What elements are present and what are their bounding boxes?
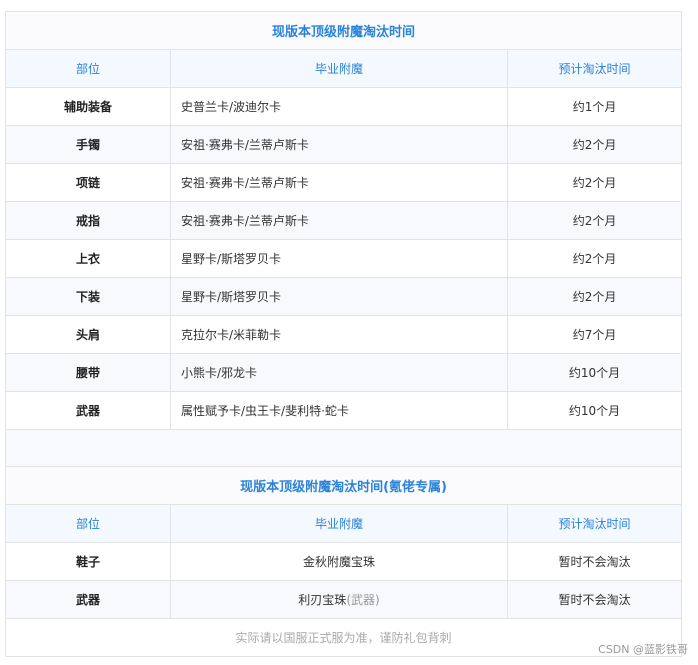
header-enchant: 毕业附魔 [170,49,508,88]
cell-part: 武器 [5,391,171,430]
table-row: 武器 属性赋予卡/虫王卡/斐利特·蛇卡 约10个月 [5,391,683,430]
cell-time: 约2个月 [506,239,683,278]
spacer-row [4,429,683,467]
header-part: 部位 [5,49,171,88]
cell-time: 约2个月 [506,163,683,202]
cell-enchant-text: 属性赋予卡/虫王卡/斐利特·蛇卡 [181,404,349,418]
cell-enchant-sub: (武器) [346,593,380,607]
table-row: 项链 安祖·赛弗卡/兰蒂卢斯卡 约2个月 [5,163,683,202]
cell-time: 约2个月 [506,125,683,164]
cell-enchant: 星野卡/斯塔罗贝卡 [170,239,508,278]
cell-enchant: 史普兰卡/波迪尔卡 [170,87,508,126]
cell-enchant: 小熊卡/邪龙卡 [170,353,508,392]
spacer-cell [4,429,683,467]
table-row: 鞋子 金秋附魔宝珠 暂时不会淘汰 [5,542,683,581]
cell-part: 下装 [5,277,171,316]
cell-time: 约10个月 [506,353,683,392]
cell-enchant-text: 利刃宝珠 [298,593,347,607]
cell-time: 约2个月 [506,201,683,240]
table-row: 辅助装备 史普兰卡/波迪尔卡 约1个月 [5,87,683,126]
table-title: 现版本顶级附魔淘汰时间(氪佬专属) [4,466,683,505]
cell-enchant-text: 金秋附魔宝珠 [302,555,375,569]
table-row: 戒指 安祖·赛弗卡/兰蒂卢斯卡 约2个月 [5,201,683,240]
cell-enchant-text: 安祖·赛弗卡/兰蒂卢斯卡 [181,138,309,152]
cell-enchant-text: 安祖·赛弗卡/兰蒂卢斯卡 [181,176,309,190]
cell-enchant: 利刃宝珠(武器) [170,580,508,619]
cell-enchant: 安祖·赛弗卡/兰蒂卢斯卡 [170,201,508,240]
cell-enchant: 安祖·赛弗卡/兰蒂卢斯卡 [170,163,508,202]
cell-part: 项链 [5,163,171,202]
cell-enchant-text: 小熊卡/邪龙卡 [181,366,258,380]
cell-time: 约2个月 [506,277,683,316]
cell-part: 辅助装备 [5,87,171,126]
cell-time: 约7个月 [506,315,683,354]
cell-enchant-text: 安祖·赛弗卡/兰蒂卢斯卡 [181,214,309,228]
cell-time: 约10个月 [506,391,683,430]
cell-enchant: 属性赋予卡/虫王卡/斐利特·蛇卡 [170,391,508,430]
table-row: 腰带 小熊卡/邪龙卡 约10个月 [5,353,683,392]
header-time: 预计淘汰时间 [506,504,683,543]
cell-time: 约1个月 [506,87,683,126]
table-title-row: 现版本顶级附魔淘汰时间 [4,11,683,50]
cell-part: 头肩 [5,315,171,354]
enchant-tables: 现版本顶级附魔淘汰时间 部位 毕业附魔 预计淘汰时间 辅助装备 史普兰卡/波迪尔卡… [4,11,683,657]
cell-enchant-text: 克拉尔卡/米菲勒卡 [181,328,282,342]
note-row: 实际请以国服正式服为准，谨防礼包背刺 [4,618,683,657]
cell-enchant: 克拉尔卡/米菲勒卡 [170,315,508,354]
cell-enchant: 星野卡/斯塔罗贝卡 [170,277,508,316]
cell-part: 腰带 [5,353,171,392]
cell-enchant-text: 星野卡/斯塔罗贝卡 [181,290,282,304]
table-row: 头肩 克拉尔卡/米菲勒卡 约7个月 [5,315,683,354]
table-header-row: 部位 毕业附魔 预计淘汰时间 [5,49,683,88]
table-title-row: 现版本顶级附魔淘汰时间(氪佬专属) [4,466,683,505]
watermark: CSDN @蓝影铁哥 [598,643,688,656]
header-part: 部位 [5,504,171,543]
cell-time: 暂时不会淘汰 [506,580,683,619]
table-row: 下装 星野卡/斯塔罗贝卡 约2个月 [5,277,683,316]
cell-part: 手镯 [5,125,171,164]
table-row: 手镯 安祖·赛弗卡/兰蒂卢斯卡 约2个月 [5,125,683,164]
cell-part: 鞋子 [5,542,171,581]
table-row: 上衣 星野卡/斯塔罗贝卡 约2个月 [5,239,683,278]
cell-part: 武器 [5,580,171,619]
table-row: 武器 利刃宝珠(武器) 暂时不会淘汰 [5,580,683,619]
table-title: 现版本顶级附魔淘汰时间 [4,11,683,50]
cell-enchant-text: 星野卡/斯塔罗贝卡 [181,252,282,266]
cell-part: 上衣 [5,239,171,278]
cell-enchant: 金秋附魔宝珠 [170,542,508,581]
header-time: 预计淘汰时间 [506,49,683,88]
header-enchant: 毕业附魔 [170,504,508,543]
cell-enchant-text: 史普兰卡/波迪尔卡 [181,100,282,114]
note-text: 实际请以国服正式服为准，谨防礼包背刺 [4,618,683,657]
cell-enchant: 安祖·赛弗卡/兰蒂卢斯卡 [170,125,508,164]
cell-part: 戒指 [5,201,171,240]
enchant-elimination-table: 现版本顶级附魔淘汰时间 部位 毕业附魔 预计淘汰时间 辅助装备 史普兰卡/波迪尔卡… [4,11,683,657]
cell-time: 暂时不会淘汰 [506,542,683,581]
table-header-row: 部位 毕业附魔 预计淘汰时间 [5,504,683,543]
